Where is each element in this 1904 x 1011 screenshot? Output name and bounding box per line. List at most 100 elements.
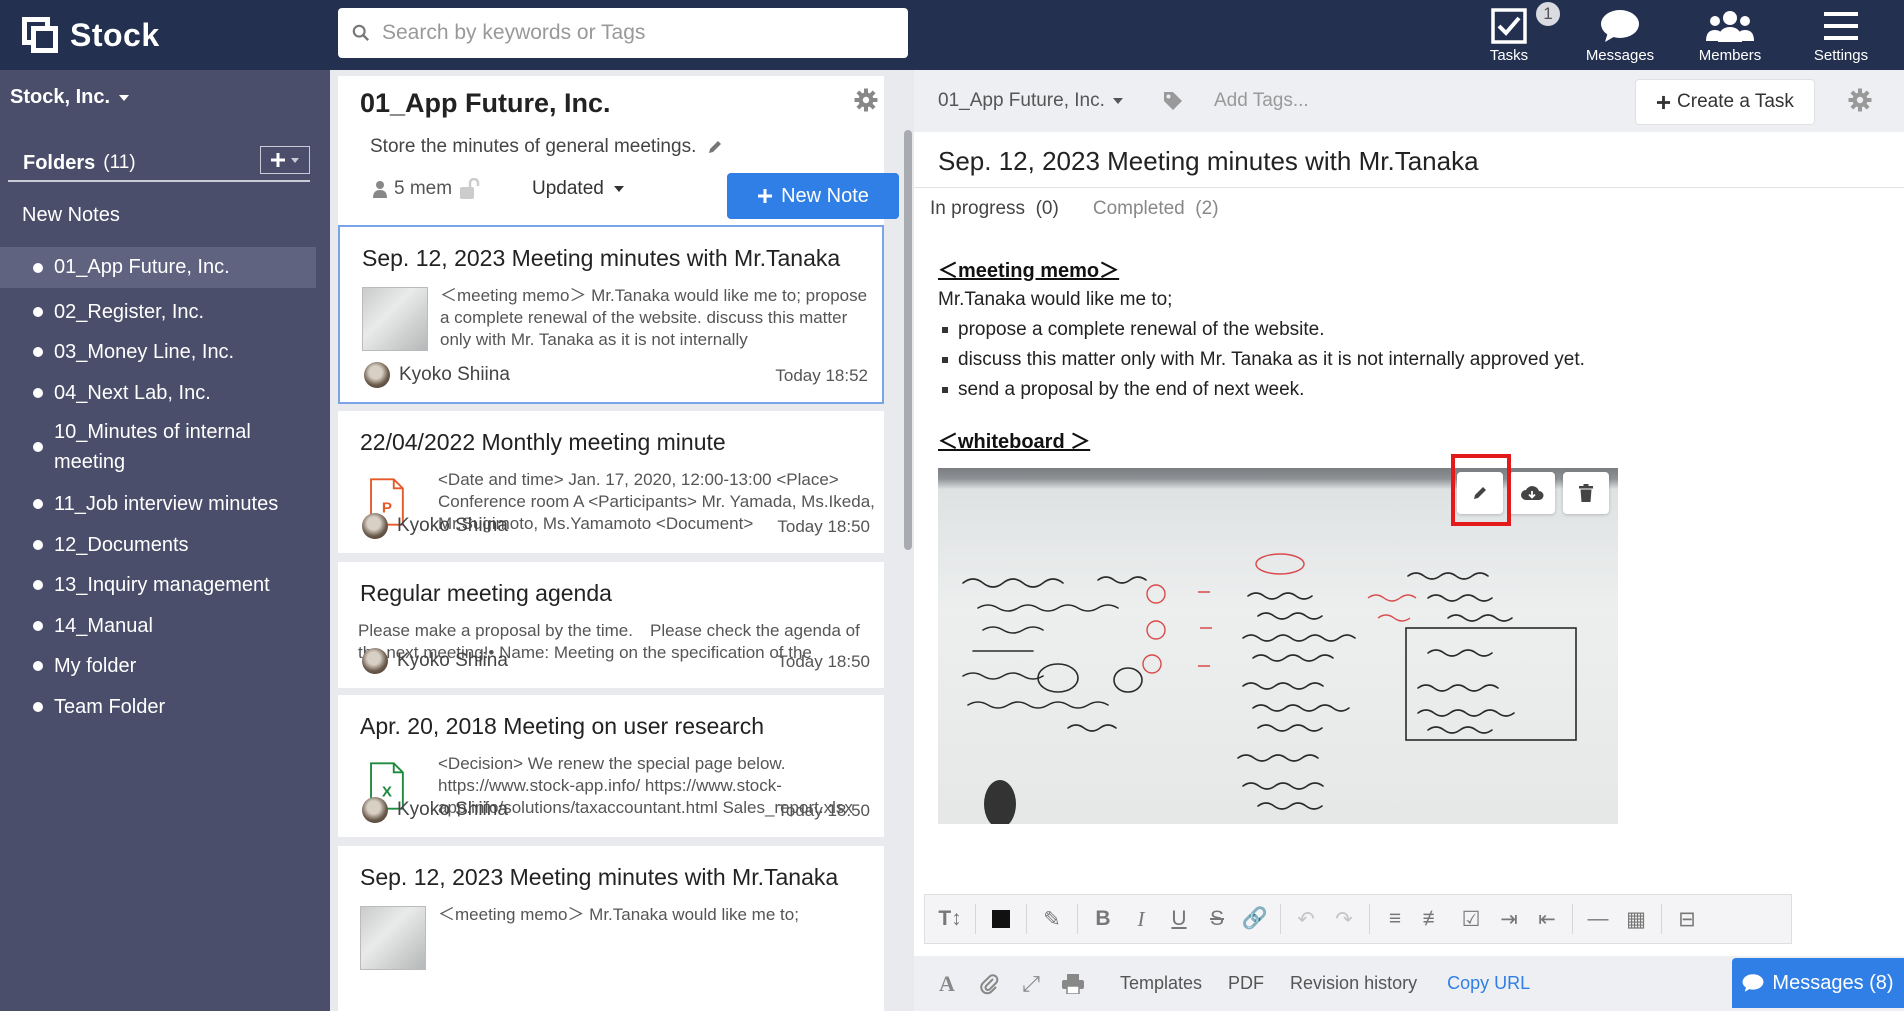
nav-settings-button[interactable]: Settings [1791, 0, 1891, 70]
table-icon[interactable]: ▦ [1617, 899, 1655, 939]
task-tabs: In progress (0) Completed (2) [930, 198, 1219, 220]
list-item: send a proposal by the end of next week. [938, 375, 1838, 405]
nav-messages-button[interactable]: Messages [1570, 0, 1670, 70]
note-card-time: Today 18:50 [777, 801, 870, 820]
edit-button-highlight [1451, 454, 1511, 526]
sidebar-folder-team[interactable]: Team Folder [0, 687, 316, 727]
text-color-button[interactable] [982, 899, 1020, 939]
tab-completed[interactable]: Completed (2) [1093, 198, 1219, 220]
copy-url-button[interactable]: Copy URL [1447, 973, 1530, 994]
sidebar-folder-02[interactable]: 02_Register, Inc. [0, 292, 316, 332]
underline-icon[interactable]: U [1160, 899, 1198, 939]
folder-bullet-icon [33, 499, 43, 509]
note-card[interactable]: Sep. 12, 2023 Meeting minutes with Mr.Ta… [338, 846, 884, 1011]
company-switcher[interactable]: Stock, Inc. [10, 86, 132, 109]
sidebar-folder-13[interactable]: 13_Inquiry management [0, 565, 316, 605]
numbered-list-icon[interactable]: ≢ [1414, 899, 1452, 939]
avatar [364, 362, 390, 388]
note-view-panel: 01_App Future, Inc. Add Tags... Create a… [914, 70, 1904, 1011]
checkbox-icon[interactable]: ☑ [1452, 899, 1490, 939]
sidebar-folder-04[interactable]: 04_Next Lab, Inc. [0, 373, 316, 413]
download-image-button[interactable] [1509, 472, 1555, 514]
tab-in-progress[interactable]: In progress (0) [930, 198, 1059, 220]
app-name: Stock [70, 16, 160, 53]
sidebar-folder-03[interactable]: 03_Money Line, Inc. [0, 332, 316, 372]
sidebar-folder-12[interactable]: 12_Documents [0, 525, 316, 565]
sidebar-folder-my[interactable]: My folder [0, 646, 316, 686]
templates-button[interactable]: Templates [1120, 973, 1202, 994]
italic-icon[interactable]: I [1122, 899, 1160, 939]
unlock-icon [460, 178, 480, 199]
sort-dropdown[interactable]: Updated [532, 178, 626, 200]
expand-icon[interactable]: ⤢ [1010, 964, 1052, 1004]
folder-bullet-icon [33, 307, 43, 317]
indent-icon[interactable]: ⇥ [1490, 899, 1528, 939]
folder-breadcrumb[interactable]: 01_App Future, Inc. [938, 90, 1125, 112]
collapse-icon[interactable]: ⊟ [1668, 899, 1706, 939]
sidebar-folder-11[interactable]: 11_Job interview minutes [0, 484, 316, 524]
messages-label: Messages (8) [1772, 971, 1894, 994]
note-card[interactable]: Sep. 12, 2023 Meeting minutes with Mr.Ta… [338, 225, 884, 404]
redo-icon[interactable]: ↷ [1325, 899, 1363, 939]
note-card-author: Kyoko Shiina [364, 362, 510, 388]
search-input[interactable] [382, 21, 882, 45]
create-task-button[interactable]: Create a Task [1636, 80, 1814, 124]
add-folder-button[interactable] [260, 146, 310, 174]
new-notes-link[interactable]: New Notes [22, 204, 120, 227]
stock-logo-icon [22, 17, 58, 53]
sidebar-folder-01[interactable]: 01_App Future, Inc. [0, 247, 316, 288]
note-body[interactable]: ＜meeting memo＞ Mr.Tanaka would like me t… [938, 254, 1838, 454]
add-tags-input[interactable]: Add Tags... [1214, 90, 1309, 112]
note-list-scrollbar[interactable] [904, 130, 912, 550]
app-logo[interactable]: Stock [22, 16, 160, 54]
note-card[interactable]: 22/04/2022 Monthly meeting minute P <Dat… [338, 411, 884, 553]
sidebar-folder-10[interactable]: 10_Minutes of internal meeting [0, 416, 316, 478]
folder-bullet-icon [33, 580, 43, 590]
folder-label: 01_App Future, Inc. [54, 256, 230, 278]
nav-members-button[interactable]: Members [1680, 0, 1780, 70]
pencil-icon[interactable] [706, 138, 724, 156]
new-note-label: New Note [781, 184, 869, 207]
bullet-list-icon[interactable]: ≡ [1376, 899, 1414, 939]
whiteboard-image[interactable] [938, 468, 1618, 824]
horizontal-rule-icon[interactable]: — [1579, 899, 1617, 939]
font-style-icon[interactable]: A [926, 964, 968, 1004]
chat-bubble-icon [1601, 10, 1639, 42]
folder-bullet-icon [33, 540, 43, 550]
strikethrough-icon[interactable]: S [1198, 899, 1236, 939]
folder-settings-button[interactable] [854, 88, 878, 117]
folder-title: 01_App Future, Inc. [360, 88, 611, 118]
note-card-author: Kyoko Shiina [362, 648, 508, 674]
tasks-icon [1491, 8, 1527, 44]
whiteboard-photo-thumbnail [360, 906, 426, 970]
avatar [362, 797, 388, 823]
new-note-button[interactable]: New Note [727, 173, 899, 219]
gear-icon [1848, 88, 1872, 112]
note-title[interactable]: Sep. 12, 2023 Meeting minutes with Mr.Ta… [938, 146, 1479, 177]
folder-members[interactable]: 5 mem [372, 178, 482, 200]
caret-down-icon [291, 158, 299, 163]
company-name: Stock, Inc. [10, 86, 111, 108]
note-card-title: 22/04/2022 Monthly meeting minute [360, 429, 726, 455]
author-name: Kyoko Shiina [399, 364, 510, 385]
note-card[interactable]: Regular meeting agenda Please make a pro… [338, 562, 884, 688]
delete-image-button[interactable] [1563, 472, 1609, 514]
caret-down-icon [119, 94, 130, 101]
link-icon[interactable]: 🔗 [1236, 899, 1274, 939]
revision-history-button[interactable]: Revision history [1290, 973, 1417, 994]
sidebar-folder-14[interactable]: 14_Manual [0, 606, 316, 646]
paperclip-icon[interactable] [968, 964, 1010, 1004]
messages-button[interactable]: Messages (8) [1732, 958, 1904, 1008]
undo-icon[interactable]: ↶ [1287, 899, 1325, 939]
folder-header: 01_App Future, Inc. Store the minutes of… [338, 76, 899, 230]
outdent-icon[interactable]: ⇤ [1528, 899, 1566, 939]
folder-bullet-icon [33, 621, 43, 631]
note-card[interactable]: Apr. 20, 2018 Meeting on user research X… [338, 695, 884, 837]
bold-icon[interactable]: B [1084, 899, 1122, 939]
highlighter-icon[interactable]: ✎ [1033, 899, 1071, 939]
pdf-button[interactable]: PDF [1228, 973, 1264, 994]
search-box[interactable] [338, 8, 908, 58]
note-settings-button[interactable] [1848, 88, 1872, 117]
print-icon[interactable] [1052, 964, 1094, 1004]
text-size-icon[interactable]: T↕ [931, 899, 969, 939]
